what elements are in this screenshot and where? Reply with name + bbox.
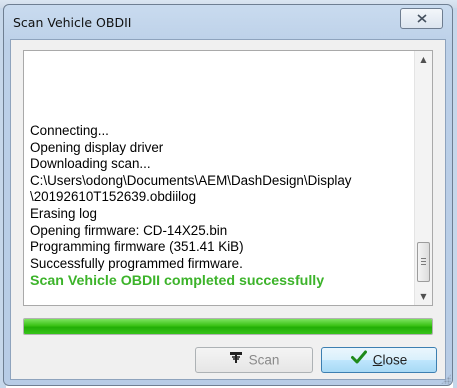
log-line: Downloading scan... [30, 156, 151, 172]
log-line: Programming firmware (351.41 KiB) [30, 239, 244, 255]
window-title: Scan Vehicle OBDII [13, 15, 132, 30]
log-line: C:\Users\odong\Documents\AEM\DashDesign\… [30, 172, 352, 188]
log-line: Connecting... [30, 123, 109, 138]
checkmark-icon [350, 348, 367, 372]
log-scrollbar[interactable]: ▲ ▼ [414, 51, 432, 305]
antenna-icon [229, 348, 243, 372]
window-close-button[interactable] [400, 8, 443, 29]
log-line: Successfully programmed firmware. [30, 255, 243, 271]
progress-bar [23, 318, 433, 335]
log-success-message: Scan Vehicle OBDII completed successfull… [30, 273, 325, 290]
scan-dialog: Scan Vehicle OBDII Connecting... Opening… [3, 4, 453, 386]
log-line: Erasing log [30, 205, 97, 221]
scroll-up-arrow-icon[interactable]: ▲ [415, 51, 432, 68]
background-window-right [453, 8, 457, 388]
scan-button-label: Scan [248, 352, 280, 368]
log-line: \20192610T152639.obdiilog [30, 189, 197, 205]
close-button[interactable]: Close [321, 347, 437, 373]
dialog-client-area: Connecting... Opening display driver Dow… [10, 39, 446, 380]
log-line: Opening firmware: CD-14X25.bin [30, 222, 228, 238]
close-icon [401, 9, 442, 29]
thumb-grip-icon [421, 258, 426, 266]
log-output-box[interactable]: Connecting... Opening display driver Dow… [23, 50, 433, 306]
close-button-label: Close [373, 352, 408, 367]
scroll-down-arrow-icon[interactable]: ▼ [415, 288, 432, 305]
progress-bar-fill [24, 319, 432, 334]
log-line: Opening display driver [30, 139, 164, 155]
scroll-thumb[interactable] [417, 242, 430, 282]
log-lines: Connecting... Opening display driver Dow… [30, 123, 410, 290]
close-button-label-rest: lose [382, 352, 408, 368]
scan-button[interactable]: Scan [195, 347, 313, 373]
